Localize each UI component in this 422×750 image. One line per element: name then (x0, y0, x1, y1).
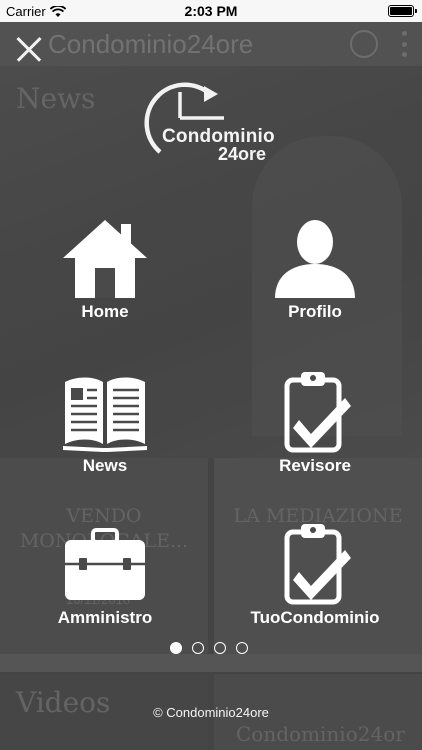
menu-item-label: Revisore (279, 456, 351, 475)
clock-arrow-icon (144, 82, 224, 154)
briefcase-icon (65, 528, 145, 600)
menu-item-amministro[interactable]: Amministro (20, 524, 190, 644)
menu-item-label: Profilo (288, 302, 342, 321)
status-time: 2:03 PM (184, 3, 238, 19)
logo-subtitle: 24ore (218, 144, 267, 164)
status-bar: Carrier 2:03 PM (0, 0, 422, 22)
page-dot[interactable] (236, 642, 248, 654)
profile-icon (275, 220, 355, 298)
close-button[interactable] (12, 33, 46, 67)
menu-item-tuocondominio[interactable]: TuoCondominio (230, 524, 400, 644)
app-logo: Condominio 24ore (140, 80, 280, 164)
menu-item-revisore[interactable]: Revisore (230, 372, 400, 492)
clipboard-check-icon (284, 372, 351, 453)
menu-item-label: Amministro (57, 608, 153, 627)
battery-icon (388, 5, 417, 17)
menu-overlay: Condominio 24ore Home Profilo News Revis… (0, 0, 422, 750)
page-indicator[interactable] (170, 642, 248, 654)
menu-item-profile[interactable]: Profilo (230, 218, 400, 338)
clipboard-check-icon (284, 524, 351, 605)
page-dot[interactable] (192, 642, 204, 654)
page-dot[interactable] (170, 642, 182, 654)
menu-item-label: News (82, 456, 128, 475)
menu-item-home[interactable]: Home (20, 218, 190, 338)
menu-item-label: Home (81, 302, 129, 321)
menu-item-label: TuoCondominio (250, 608, 380, 627)
newspaper-icon (63, 377, 147, 452)
page-dot[interactable] (214, 642, 226, 654)
menu-item-news[interactable]: News (20, 372, 190, 492)
home-icon (63, 220, 147, 298)
copyright-text: © Condominio24ore (153, 705, 269, 720)
